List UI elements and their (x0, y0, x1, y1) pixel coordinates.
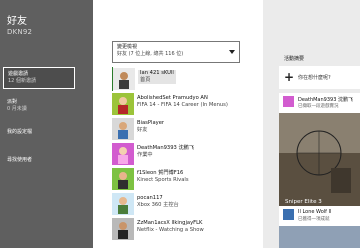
friend-name: DeathMan9393 沈鹏飞 (137, 145, 195, 151)
sidebar-item-label: 派對 (7, 99, 18, 105)
friend-name: pocan117 (137, 195, 163, 201)
avatar (112, 143, 134, 165)
friend-name: ZzMan1acsX lIkingjayFLK (137, 220, 203, 226)
friend-name: f1Sleon 賀門博F16 (137, 170, 184, 176)
sidebar-item-label: 遊戲邀請 (8, 71, 29, 77)
friend-status: FIFA 14 - FIFA 14 Career (In Menus) (137, 102, 228, 108)
friend-name: Ian 421 sKUll (140, 70, 174, 76)
feed-card-author: Il Lone Wolf Il (298, 209, 332, 215)
gamertag: DKN92 (7, 28, 33, 36)
post-status-button[interactable]: + 你在想什麼呢? (279, 66, 360, 89)
avatar (112, 118, 134, 140)
view-filter-dropdown[interactable]: 變更檢視 好友 (7 位上線, 總共 116 位) (112, 41, 240, 63)
friend-status: Xbox 360 主控台 (137, 202, 179, 208)
clip-game-title: Sniper Elite 3 (285, 199, 322, 205)
friend-status: 首頁 (140, 77, 151, 83)
avatar (112, 93, 134, 115)
sidebar-item-game-invites[interactable]: 遊戲邀請 12 個新邀請 (3, 67, 75, 89)
friend-name: AbolishedSet Pramudyo AN (137, 95, 208, 101)
filter-value: 好友 (7 位上線, 總共 116 位) (117, 51, 184, 57)
friends-list-panel: 變更檢視 好友 (7 位上線, 總共 116 位) Ian 421 sKUll 首… (93, 0, 263, 248)
avatar (283, 96, 294, 107)
friend-list-item[interactable]: BiasPlayer 好友 (112, 117, 260, 141)
sidebar-item-label: 尋找使用者 (7, 157, 33, 163)
friend-status: Netflix - Watching a Show (137, 227, 204, 233)
sidebar-item-my-profile[interactable]: 我的設定檔 (3, 126, 75, 139)
friend-list-item[interactable]: Ian 421 sKUll 首頁 (112, 67, 260, 91)
plus-icon: + (284, 70, 295, 84)
sidebar-item-label: 我的設定檔 (7, 129, 33, 135)
feed-card-subtitle: 已獲得一項成就 (298, 217, 330, 222)
activity-feed: 活動摘要 + 你在想什麼呢? DeathMan9393 沈鹏飞 已擷取一段遊戲實… (279, 0, 360, 248)
avatar (112, 193, 134, 215)
friend-name: BiasPlayer (137, 120, 165, 126)
achievement-art (279, 226, 360, 248)
avatar (113, 68, 135, 90)
friend-list-item[interactable]: AbolishedSet Pramudyo AN FIFA 14 - FIFA 1… (112, 92, 260, 116)
sidebar-item-sub: 12 個新邀請 (8, 78, 36, 84)
post-prompt: 你在想什麼呢? (298, 75, 331, 81)
sidebar-item-find-people[interactable]: 尋找使用者 (3, 154, 75, 167)
friend-list-item[interactable]: ZzMan1acsX lIkingjayFLK Netflix - Watchin… (112, 217, 260, 241)
feed-card-author: DeathMan9393 沈鹏飞 (298, 97, 353, 103)
friend-status: Kinect Sports Rivals (137, 177, 189, 183)
filter-label: 變更檢視 (117, 44, 138, 50)
avatar (112, 168, 134, 190)
feed-title: 活動摘要 (284, 56, 305, 62)
sidebar-item-party[interactable]: 派對 0 月未讀 (3, 96, 75, 116)
game-clip-thumbnail[interactable]: Sniper Elite 3 (279, 113, 360, 208)
feed-card[interactable]: Il Lone Wolf Il 已獲得一項成就 (279, 206, 360, 248)
friend-list-item[interactable]: pocan117 Xbox 360 主控台 (112, 192, 260, 216)
friend-list-item[interactable]: DeathMan9393 沈鹏飞 作業中 (112, 142, 260, 166)
feed-card-subtitle: 已擷取一段遊戲實況 (298, 104, 339, 109)
avatar (112, 218, 134, 240)
avatar (283, 209, 294, 220)
sidebar-title: 好友 (7, 16, 27, 27)
feed-card[interactable]: DeathMan9393 沈鹏飞 已擷取一段遊戲實況 Sniper Elite … (279, 93, 360, 208)
xbox-friends-screen: 好友 DKN92 遊戲邀請 12 個新邀請 派對 0 月未讀 我的設定檔 尋找使… (0, 0, 360, 248)
sidebar-item-sub: 0 月未讀 (7, 106, 27, 112)
friends-sidebar: 好友 DKN92 遊戲邀請 12 個新邀請 派對 0 月未讀 我的設定檔 尋找使… (0, 0, 93, 248)
friend-list-item[interactable]: f1Sleon 賀門博F16 Kinect Sports Rivals (112, 167, 260, 191)
friend-status: 好友 (137, 127, 148, 133)
friend-status: 作業中 (137, 152, 153, 158)
chevron-down-icon (229, 50, 235, 54)
